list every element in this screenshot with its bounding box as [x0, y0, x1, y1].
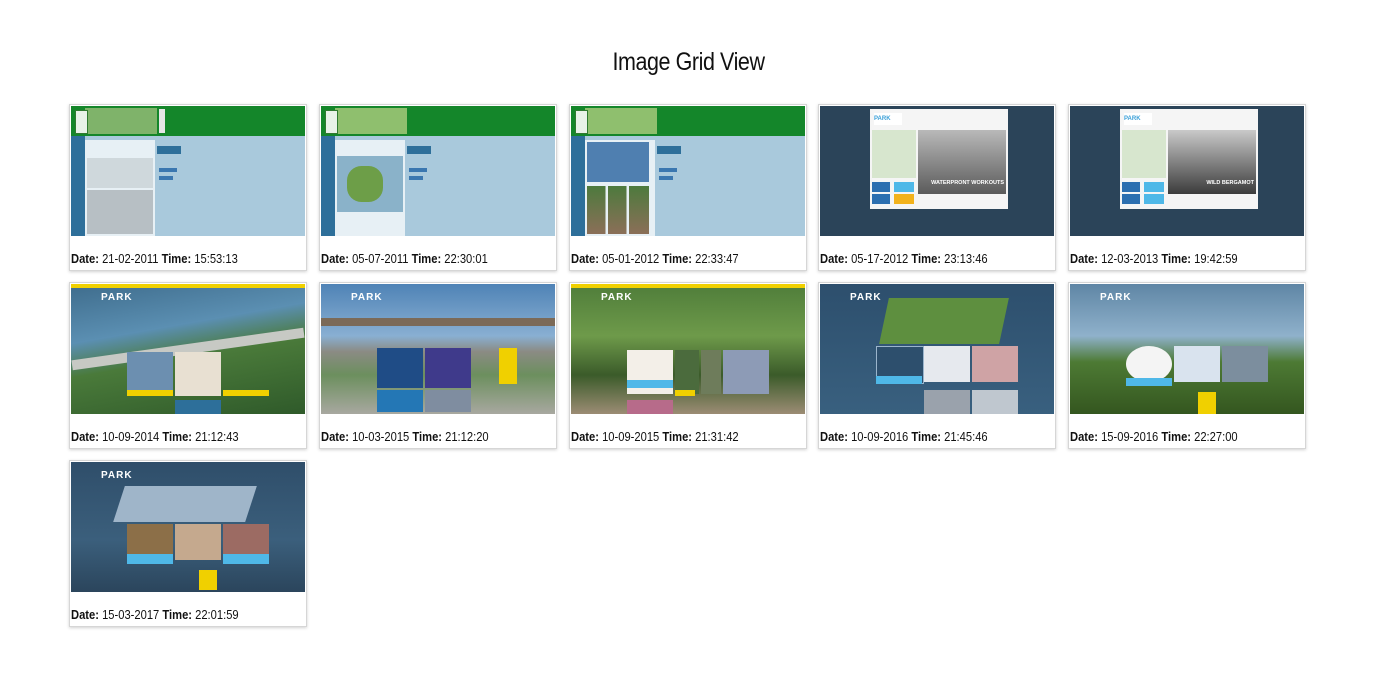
image-caption: Date: 05-01-2012 Time: 22:33:47	[571, 251, 739, 266]
thumbnail-image[interactable]: PARK WILD BERGAMOT	[1070, 106, 1304, 236]
thumbnail-image[interactable]: PARK	[571, 284, 805, 414]
image-caption: Date: 10-09-2016 Time: 21:45:46	[820, 429, 988, 444]
capture-date: 15-03-2017	[102, 607, 160, 622]
image-caption: Date: 10-03-2015 Time: 21:12:20	[321, 429, 489, 444]
capture-date: 05-01-2012	[602, 251, 660, 266]
thumbnail-hero-text: WATERPRONT WORKOUTS	[931, 180, 1004, 186]
thumbnail-image[interactable]: PARK WATERPRONT WORKOUTS	[820, 106, 1054, 236]
image-caption: Date: 05-17-2012 Time: 23:13:46	[820, 251, 988, 266]
page-title: Image Grid View	[612, 48, 765, 76]
image-caption: Date: 10-09-2015 Time: 21:31:42	[571, 429, 739, 444]
thumbnail-image[interactable]: PARK	[71, 462, 305, 592]
capture-time: 21:31:42	[695, 429, 739, 444]
capture-time: 21:12:20	[445, 429, 489, 444]
capture-time: 22:33:47	[695, 251, 739, 266]
capture-time: 19:42:59	[1194, 251, 1238, 266]
image-caption: Date: 15-03-2017 Time: 22:01:59	[71, 607, 239, 622]
thumbnail-logo: PARK	[101, 470, 133, 481]
grid-item[interactable]: PARK Date: 15-09-2016 Time: 22:27:00	[1068, 282, 1306, 449]
capture-date: 21-02-2011	[102, 251, 159, 266]
thumbnail-image[interactable]	[571, 106, 805, 236]
thumbnail-logo: PARK	[1100, 292, 1132, 303]
grid-item[interactable]: PARK Date: 10-09-2014 Time: 21:12:43	[69, 282, 307, 449]
thumbnail-image[interactable]: PARK	[321, 284, 555, 414]
thumbnail-logo: PARK	[351, 292, 383, 303]
capture-date: 10-09-2016	[851, 429, 909, 444]
image-caption: Date: 05-07-2011 Time: 22:30:01	[321, 251, 488, 266]
thumbnail-hero-text: WILD BERGAMOT	[1206, 180, 1254, 186]
grid-item[interactable]: PARK Date: 10-03-2015 Time: 21:12:20	[319, 282, 557, 449]
grid-item[interactable]: PARK WATERPRONT WORKOUTS Date: 05-17-201…	[818, 104, 1056, 271]
thumbnail-image[interactable]: PARK	[820, 284, 1054, 414]
capture-time: 21:45:46	[944, 429, 988, 444]
capture-date: 10-09-2014	[102, 429, 160, 444]
capture-time: 23:13:46	[944, 251, 988, 266]
thumbnail-image[interactable]: PARK	[71, 284, 305, 414]
capture-date: 10-03-2015	[352, 429, 410, 444]
thumbnail-logo: PARK	[601, 292, 633, 303]
image-caption: Date: 21-02-2011 Time: 15:53:13	[71, 251, 238, 266]
capture-date: 10-09-2015	[602, 429, 660, 444]
image-caption: Date: 10-09-2014 Time: 21:12:43	[71, 429, 239, 444]
grid-item[interactable]: PARK WILD BERGAMOT Date: 12-03-2013 Time…	[1068, 104, 1306, 271]
capture-time: 22:27:00	[1194, 429, 1238, 444]
grid-item[interactable]: Date: 05-01-2012 Time: 22:33:47	[569, 104, 807, 271]
grid-item[interactable]: Date: 05-07-2011 Time: 22:30:01	[319, 104, 557, 271]
grid-item[interactable]: PARK Date: 10-09-2015 Time: 21:31:42	[569, 282, 807, 449]
image-caption: Date: 12-03-2013 Time: 19:42:59	[1070, 251, 1238, 266]
capture-time: 22:30:01	[444, 251, 488, 266]
capture-date: 05-17-2012	[851, 251, 909, 266]
capture-date: 12-03-2013	[1101, 251, 1159, 266]
capture-time: 22:01:59	[195, 607, 239, 622]
grid-item[interactable]: PARK Date: 10-09-2016 Time: 21:45:46	[818, 282, 1056, 449]
grid-item[interactable]: Date: 21-02-2011 Time: 15:53:13	[69, 104, 307, 271]
capture-time: 15:53:13	[194, 251, 238, 266]
thumbnail-logo: PARK	[101, 292, 133, 303]
thumbnail-image[interactable]	[71, 106, 305, 236]
thumbnail-image[interactable]: PARK	[1070, 284, 1304, 414]
thumbnail-image[interactable]	[321, 106, 555, 236]
thumbnail-logo: PARK	[850, 292, 882, 303]
image-caption: Date: 15-09-2016 Time: 22:27:00	[1070, 429, 1238, 444]
capture-date: 05-07-2011	[352, 251, 409, 266]
grid-item[interactable]: PARK Date: 15-03-2017 Time: 22:01:59	[69, 460, 307, 627]
capture-date: 15-09-2016	[1101, 429, 1159, 444]
capture-time: 21:12:43	[195, 429, 239, 444]
